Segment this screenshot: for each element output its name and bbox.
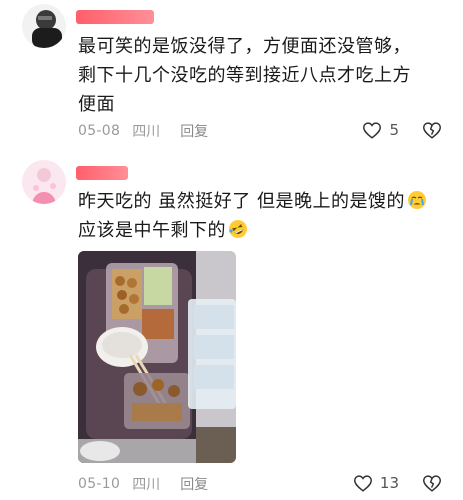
like-count: 5: [389, 121, 399, 139]
reply-button[interactable]: 回复: [180, 121, 208, 141]
reply-button[interactable]: 回复: [180, 474, 208, 494]
avatar[interactable]: [22, 160, 66, 204]
username-redacted[interactable]: [76, 166, 128, 180]
comment-date: 05-10: [78, 476, 121, 492]
broken-heart-icon: [423, 122, 441, 139]
comment-text: 最可笑的是饭没得了，方便面还没管够， 剩下十几个没吃的等到接近八点才吃上方 便面: [78, 32, 447, 119]
comment-text: 昨天吃的 虽然挺好了 但是晚上的是馊的 应该是中午剩下的: [78, 187, 447, 245]
broken-heart-icon: [423, 475, 441, 492]
comment-meta: 05-10 四川 回复: [78, 474, 208, 494]
comment-location: 四川: [132, 477, 161, 493]
comment-line-text: 昨天吃的 虽然挺好了 但是晚上的是馊的: [78, 191, 405, 212]
comment-line: 便面: [78, 94, 115, 115]
dislike-button[interactable]: [421, 472, 443, 494]
comment-line: 应该是中午剩下的: [78, 216, 447, 245]
comment-line: 最可笑的是饭没得了，方便面还没管够，: [78, 36, 411, 57]
comment-meta: 05-08 四川 回复: [78, 121, 208, 141]
comment-line: 剩下十几个没吃的等到接近八点才吃上方: [78, 65, 411, 86]
comment-line-text: 应该是中午剩下的: [78, 220, 226, 241]
food-photo[interactable]: [78, 251, 236, 463]
crying-face-emoji-icon: [407, 191, 426, 209]
heart-outline-icon: [353, 475, 372, 492]
dislike-button[interactable]: [421, 119, 443, 141]
like-count: 13: [379, 474, 399, 492]
heart-outline-icon: [363, 122, 382, 139]
comment-location: 四川: [132, 124, 161, 140]
username-redacted[interactable]: [76, 10, 154, 24]
comment-line: 昨天吃的 虽然挺好了 但是晚上的是馊的: [78, 187, 447, 216]
comment-date: 05-08: [78, 123, 121, 139]
rofl-face-emoji-icon: [229, 220, 247, 238]
avatar[interactable]: [22, 4, 66, 48]
like-button[interactable]: 13: [352, 472, 399, 494]
like-button[interactable]: 5: [361, 119, 399, 141]
